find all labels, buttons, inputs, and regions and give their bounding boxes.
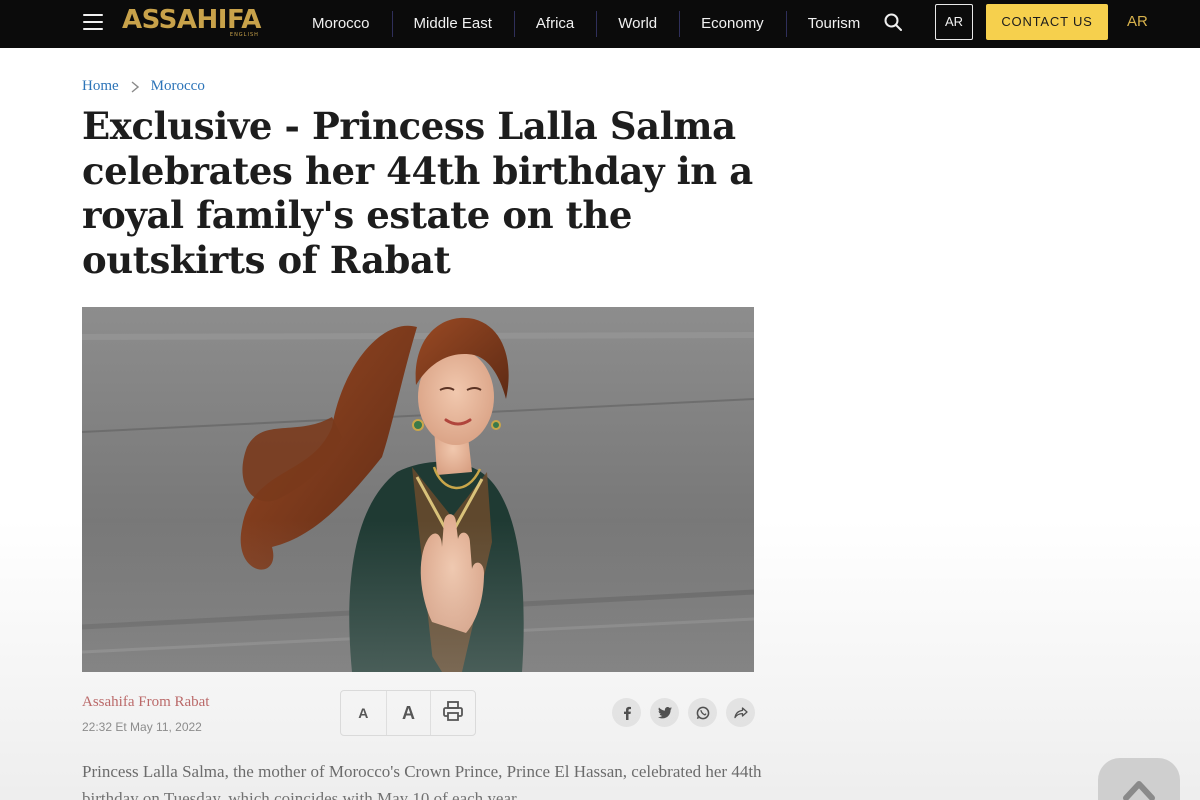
logo-text: ASSAHIFA: [122, 5, 261, 35]
site-logo[interactable]: ASSAHIFA ENGLISH: [122, 5, 261, 39]
main-nav: Morocco Middle East Africa World Economy…: [290, 10, 882, 38]
hamburger-icon[interactable]: [83, 14, 103, 30]
print-button[interactable]: [430, 691, 475, 735]
nav-item-africa[interactable]: Africa: [513, 11, 596, 37]
article-author[interactable]: Assahifa From Rabat: [82, 694, 209, 711]
arabic-link[interactable]: AR: [1127, 13, 1148, 30]
nav-item-economy[interactable]: Economy: [679, 11, 786, 37]
article-title: Exclusive - Princess Lalla Salma celebra…: [82, 104, 753, 282]
printer-icon: [442, 700, 464, 727]
breadcrumb-morocco[interactable]: Morocco: [151, 78, 205, 95]
breadcrumb: Home Morocco: [82, 78, 205, 95]
nav-item-world[interactable]: World: [596, 11, 679, 37]
article-dateline: 22:32 Et May 11, 2022: [82, 720, 202, 734]
chevron-right-icon: [123, 80, 147, 94]
facebook-icon[interactable]: [612, 698, 641, 727]
nav-item-morocco[interactable]: Morocco: [290, 11, 392, 37]
contact-us-button[interactable]: CONTACT US: [986, 4, 1108, 40]
whatsapp-icon[interactable]: [688, 698, 717, 727]
language-switch-box[interactable]: AR: [935, 4, 973, 40]
scroll-to-top-button[interactable]: [1098, 758, 1180, 800]
share-icon[interactable]: [726, 698, 755, 727]
font-increase-button[interactable]: A: [385, 691, 431, 735]
twitter-icon[interactable]: [650, 698, 679, 727]
share-buttons: [612, 698, 755, 727]
top-navigation-bar: ASSAHIFA ENGLISH Morocco Middle East Afr…: [0, 0, 1200, 48]
article-hero-image: [82, 307, 754, 672]
reading-tools: A A: [340, 690, 476, 736]
font-decrease-button[interactable]: A: [341, 691, 386, 735]
nav-item-tourism[interactable]: Tourism: [785, 11, 883, 37]
search-icon[interactable]: [884, 13, 902, 31]
arrow-up-icon: [1122, 776, 1156, 800]
logo-subtext: ENGLISH: [229, 32, 259, 38]
breadcrumb-home[interactable]: Home: [82, 78, 119, 95]
nav-item-middle-east[interactable]: Middle East: [391, 11, 514, 37]
article-body-paragraph: Princess Lalla Salma, the mother of Moro…: [82, 762, 762, 800]
